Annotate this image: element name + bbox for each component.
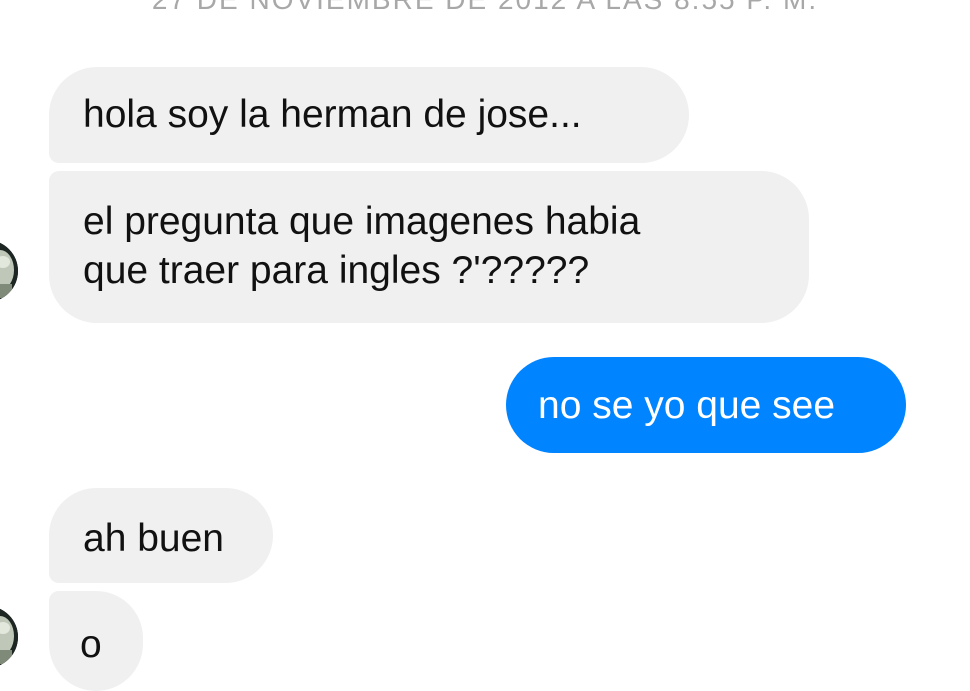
message-text: ah buen — [83, 517, 224, 560]
contact-avatar-icon — [0, 606, 18, 668]
incoming-message-bubble[interactable]: hola soy la herman de jose... — [49, 67, 689, 163]
message-text: no se yo que see — [538, 384, 836, 427]
incoming-message-bubble[interactable]: o — [49, 591, 143, 691]
conversation-timestamp: 27 de noviembre de 2012 a las 8:55 p. m. — [0, 0, 970, 16]
message-text: hola soy la herman de jose... — [83, 93, 582, 136]
message-text: el pregunta que imagenes habia que traer… — [83, 200, 641, 292]
outgoing-message-bubble[interactable]: no se yo que see — [506, 357, 906, 453]
contact-avatar-icon — [0, 240, 18, 302]
incoming-message-bubble[interactable]: el pregunta que imagenes habia que traer… — [49, 171, 809, 323]
contact-avatar[interactable] — [0, 240, 18, 302]
contact-avatar[interactable] — [0, 606, 18, 668]
message-text: o — [80, 623, 102, 666]
incoming-message-bubble[interactable]: ah buen — [49, 488, 273, 583]
